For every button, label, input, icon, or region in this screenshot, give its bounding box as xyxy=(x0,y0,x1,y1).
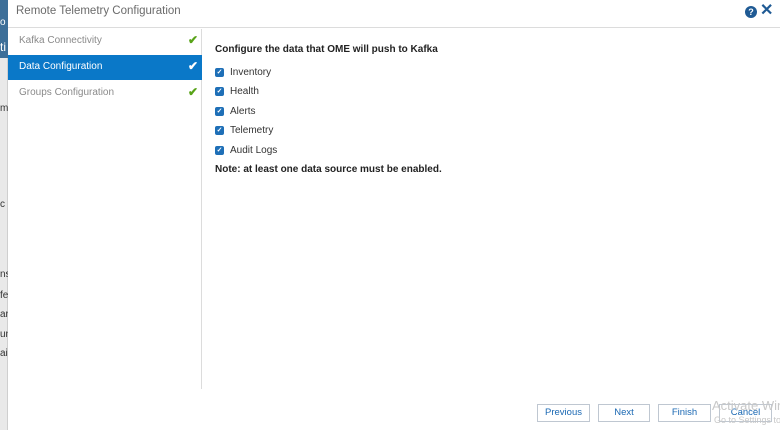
option-label: Health xyxy=(230,85,259,97)
step-label: Data Configuration xyxy=(19,61,103,72)
checkbox-inventory[interactable]: ✓ xyxy=(215,67,224,77)
step-groups-configuration[interactable]: Groups Configuration ✔ xyxy=(8,81,202,106)
data-source-note: Note: at least one data source must be e… xyxy=(215,164,442,175)
background-text: m xyxy=(0,103,8,114)
option-label: Audit Logs xyxy=(230,144,278,156)
background-text: ar xyxy=(0,309,8,320)
wizard-step-nav: Kafka Connectivity ✔ Data Configuration … xyxy=(8,29,202,389)
background-text: ai xyxy=(0,348,8,359)
option-label: Inventory xyxy=(230,66,272,78)
option-inventory[interactable]: ✓ Inventory xyxy=(215,65,271,79)
dialog-header: Remote Telemetry Configuration ? ✕ xyxy=(8,0,780,28)
option-telemetry[interactable]: ✓ Telemetry xyxy=(215,123,273,137)
step-kafka-connectivity[interactable]: Kafka Connectivity ✔ xyxy=(8,29,202,54)
step-label: Kafka Connectivity xyxy=(19,35,102,46)
finish-button[interactable]: Finish xyxy=(658,404,711,422)
background-page-strip xyxy=(0,0,8,430)
checkbox-health[interactable]: ✓ xyxy=(215,86,224,96)
checkbox-audit-logs[interactable]: ✓ xyxy=(215,145,224,155)
previous-button[interactable]: Previous xyxy=(537,404,590,422)
help-icon[interactable]: ? xyxy=(745,6,757,18)
option-label: Alerts xyxy=(230,105,256,117)
option-alerts[interactable]: ✓ Alerts xyxy=(215,104,256,118)
checkbox-alerts[interactable]: ✓ xyxy=(215,106,224,116)
activation-watermark: Activate Win xyxy=(712,398,780,413)
option-health[interactable]: ✓ Health xyxy=(215,84,259,98)
background-text: o xyxy=(0,17,6,28)
checkmark-icon: ✔ xyxy=(188,33,199,47)
close-icon[interactable]: ✕ xyxy=(760,1,773,21)
background-text: fe xyxy=(0,290,8,301)
background-text: un xyxy=(0,329,8,340)
background-text: c xyxy=(0,199,5,210)
data-configuration-panel: Configure the data that OME will push to… xyxy=(215,44,735,175)
checkmark-icon: ✔ xyxy=(188,85,199,99)
panel-heading: Configure the data that OME will push to… xyxy=(215,44,438,55)
activation-watermark-subtext: Go to Settings to xyxy=(714,415,780,425)
remote-telemetry-dialog: Remote Telemetry Configuration ? ✕ Kafka… xyxy=(8,0,780,430)
background-text: ns xyxy=(0,269,8,280)
option-audit-logs[interactable]: ✓ Audit Logs xyxy=(215,143,277,157)
option-label: Telemetry xyxy=(230,124,274,136)
next-button[interactable]: Next xyxy=(598,404,650,422)
step-label: Groups Configuration xyxy=(19,87,115,98)
dialog-title: Remote Telemetry Configuration xyxy=(16,5,181,17)
checkbox-telemetry[interactable]: ✓ xyxy=(215,125,224,135)
checkmark-icon: ✔ xyxy=(188,59,199,73)
step-data-configuration[interactable]: Data Configuration ✔ xyxy=(8,55,202,80)
background-text: ti xyxy=(0,40,6,54)
